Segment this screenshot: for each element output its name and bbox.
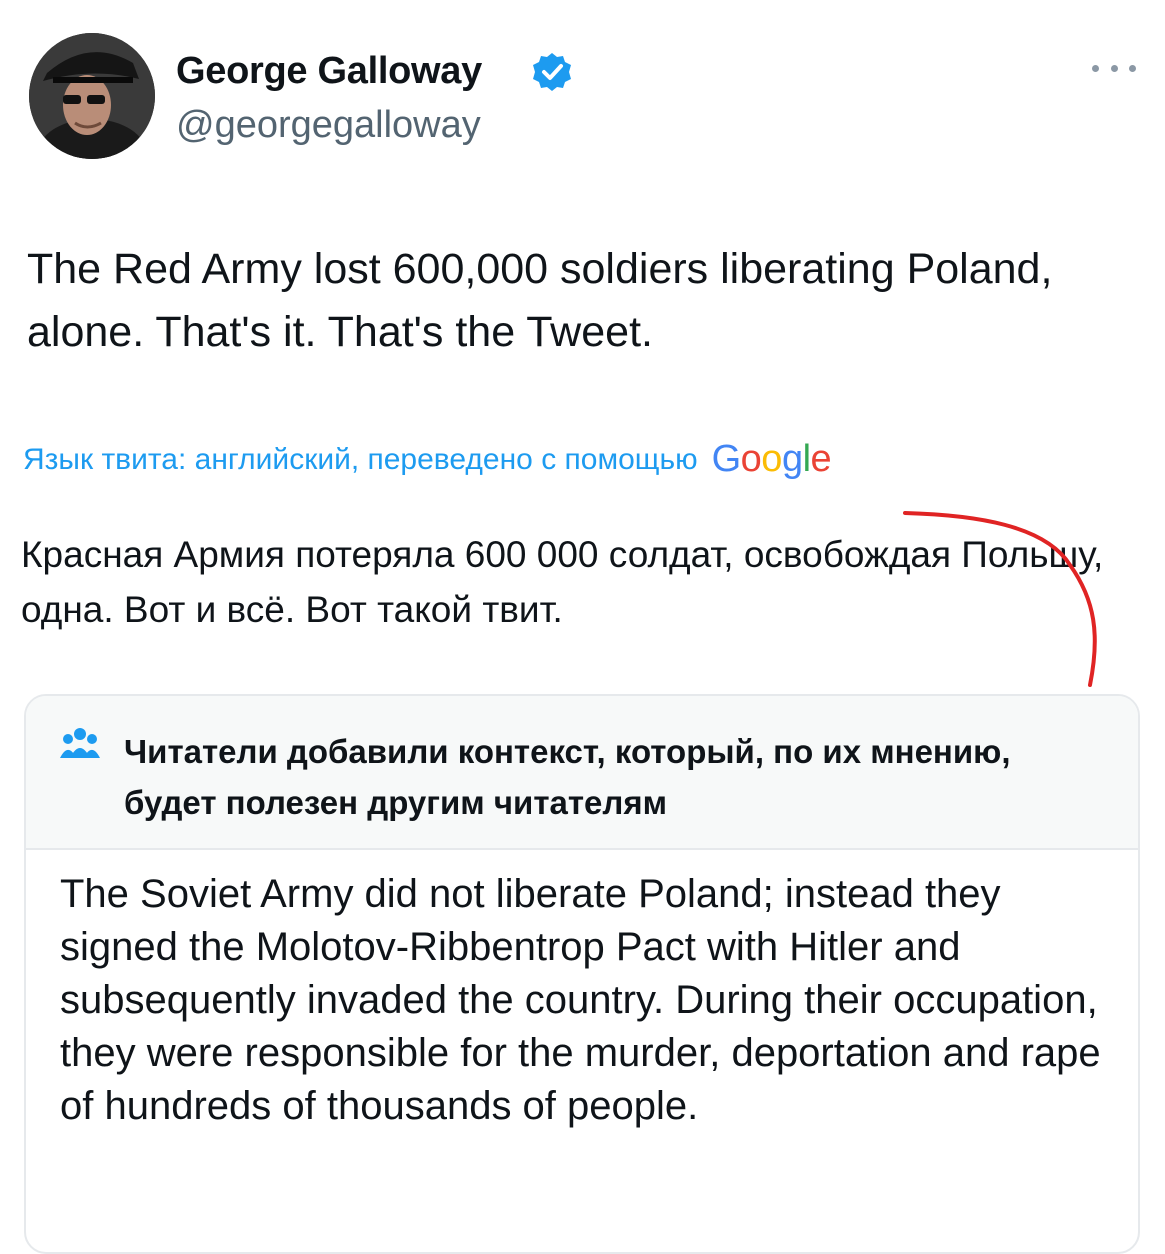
readers-group-icon	[60, 728, 100, 758]
community-note: Читатели добавили контекст, который, по …	[24, 694, 1140, 1254]
google-logo: Google	[711, 438, 832, 480]
avatar-photo	[29, 33, 155, 159]
author-avatar[interactable]	[29, 33, 155, 159]
community-note-header: Читатели добавили контекст, который, по …	[26, 696, 1138, 850]
author-handle[interactable]: @georgegalloway	[176, 104, 481, 147]
author-display-name[interactable]: George Galloway	[176, 50, 482, 93]
translation-notice-label: Язык твита: английский, переведено с пом…	[23, 442, 698, 476]
community-note-body: The Soviet Army did not liberate Poland;…	[60, 872, 1101, 1128]
more-options-icon[interactable]	[1092, 58, 1136, 78]
verified-badge-icon	[533, 53, 571, 91]
translation-notice[interactable]: Язык твита: английский, переведено с пом…	[23, 438, 832, 481]
translated-tweet-text: Красная Армия потеряла 600 000 солдат, о…	[21, 534, 1104, 630]
tweet-text: The Red Army lost 600,000 soldiers liber…	[27, 245, 1053, 356]
community-note-title: Читатели добавили контекст, который, по …	[124, 733, 1011, 821]
